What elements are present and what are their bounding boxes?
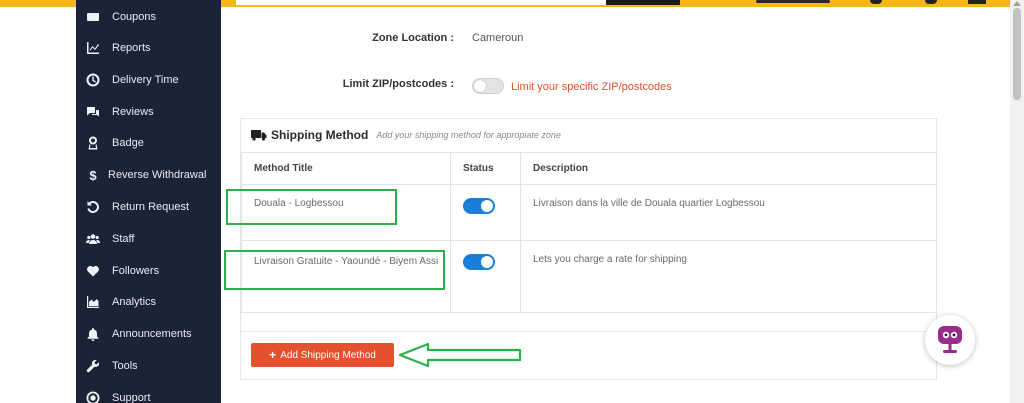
reviews-chat-icon bbox=[86, 105, 100, 119]
sidebar-item-label: Tools bbox=[112, 360, 138, 372]
sidebar-item-label: Followers bbox=[112, 265, 160, 277]
wrench-icon bbox=[86, 359, 100, 373]
scrollbar-thumb[interactable] bbox=[1013, 8, 1021, 100]
reports-chart-icon bbox=[86, 41, 100, 55]
badge-icon bbox=[86, 136, 100, 150]
shipping-method-panel: Shipping Method Add your shipping method… bbox=[240, 118, 938, 380]
status-toggle[interactable] bbox=[463, 254, 495, 270]
sidebar-item-label: Return Request bbox=[112, 201, 190, 213]
limit-zip-text: Limit your specific ZIP/postcodes bbox=[511, 81, 672, 93]
bell-icon bbox=[86, 327, 100, 341]
search-button[interactable] bbox=[606, 0, 680, 5]
menu-icon[interactable] bbox=[968, 0, 986, 4]
chat-widget-button[interactable] bbox=[925, 315, 975, 365]
sidebar-item-label: Reviews bbox=[112, 106, 154, 118]
sidebar-item-label: Badge bbox=[112, 137, 144, 149]
sidebar-item-label: Staff bbox=[112, 233, 135, 245]
plus-icon: + bbox=[269, 348, 277, 362]
sidebar-item-label: Announcements bbox=[112, 328, 192, 340]
coupon-icon bbox=[86, 10, 100, 24]
description-cell: Livraison dans la ville de Douala quarti… bbox=[520, 184, 937, 241]
column-header-method: Method Title bbox=[241, 152, 451, 185]
sidebar-item-label: Coupons bbox=[112, 11, 157, 23]
highlight-box bbox=[226, 189, 397, 225]
sidebar-item-delivery-time[interactable]: Delivery Time bbox=[76, 65, 221, 95]
sidebar-item-label: Reverse Withdrawal bbox=[108, 169, 207, 181]
sidebar-item-label: Analytics bbox=[112, 296, 157, 308]
staff-users-icon bbox=[86, 232, 100, 246]
column-header-description: Description bbox=[520, 152, 937, 185]
status-toggle[interactable] bbox=[463, 198, 495, 214]
status-cell bbox=[450, 240, 521, 313]
add-shipping-method-label: Add Shipping Method bbox=[280, 349, 376, 361]
support-globe-icon bbox=[86, 391, 100, 403]
sidebar-item-staff[interactable]: Staff bbox=[76, 224, 221, 254]
analytics-area-icon bbox=[86, 295, 100, 309]
sidebar-item-followers[interactable]: Followers bbox=[76, 256, 221, 286]
sidebar-item-label: Reports bbox=[112, 42, 151, 54]
sidebar-item-support[interactable]: Support bbox=[76, 383, 221, 403]
vertical-scrollbar[interactable] bbox=[1010, 0, 1024, 403]
highlight-box bbox=[224, 250, 445, 290]
shipping-method-subtitle: Add your shipping method for appropiate … bbox=[376, 130, 561, 140]
chat-bot-icon bbox=[938, 326, 962, 353]
zone-location-value: Cameroun bbox=[472, 32, 524, 44]
sidebar-item-label: Delivery Time bbox=[112, 74, 179, 86]
limit-zip-toggle[interactable] bbox=[472, 78, 504, 94]
sidebar-item-analytics[interactable]: Analytics bbox=[76, 287, 221, 317]
sidebar-item-reviews[interactable]: Reviews bbox=[76, 97, 221, 127]
description-cell: Lets you charge a rate for shipping bbox=[520, 240, 937, 313]
sidebar-item-reverse-withdrawal[interactable]: $ Reverse Withdrawal bbox=[76, 160, 221, 190]
arrow-icon bbox=[398, 342, 522, 368]
shipping-method-header: Shipping Method Add your shipping method… bbox=[241, 119, 938, 151]
status-cell bbox=[450, 184, 521, 241]
divider bbox=[241, 331, 938, 332]
sidebar-item-badge[interactable]: Badge bbox=[76, 128, 221, 158]
search-input[interactable] bbox=[236, 0, 606, 5]
sidebar-item-label: Support bbox=[112, 392, 151, 403]
rating-stars-icon bbox=[756, 0, 830, 3]
heart-icon bbox=[86, 264, 100, 278]
sidebar-item-tools[interactable]: Tools bbox=[76, 351, 221, 381]
column-header-status: Status bbox=[450, 152, 521, 185]
clock-icon bbox=[86, 73, 100, 87]
table-header-row: Method Title Status Description bbox=[241, 152, 937, 185]
cart-icon[interactable] bbox=[925, 0, 937, 4]
return-icon bbox=[86, 200, 100, 214]
sidebar-item-reports[interactable]: Reports bbox=[76, 33, 221, 63]
truck-icon bbox=[251, 130, 267, 141]
sidebar-item-announcements[interactable]: Announcements bbox=[76, 319, 221, 349]
sidebar-item-return-request[interactable]: Return Request bbox=[76, 192, 221, 222]
zone-location-label: Zone Location : bbox=[372, 32, 454, 44]
add-shipping-method-button[interactable]: + Add Shipping Method bbox=[251, 343, 394, 367]
limit-zip-label: Limit ZIP/postcodes : bbox=[342, 78, 454, 90]
scroll-up-icon[interactable] bbox=[1013, 1, 1021, 6]
dollar-icon: $ bbox=[89, 167, 97, 183]
user-icon[interactable] bbox=[870, 0, 882, 4]
sidebar-item-coupons[interactable]: Coupons bbox=[76, 2, 221, 32]
vendor-sidebar: Coupons Reports Delivery Time Reviews Ba… bbox=[76, 0, 221, 403]
shipping-method-title: Shipping Method bbox=[271, 128, 369, 142]
